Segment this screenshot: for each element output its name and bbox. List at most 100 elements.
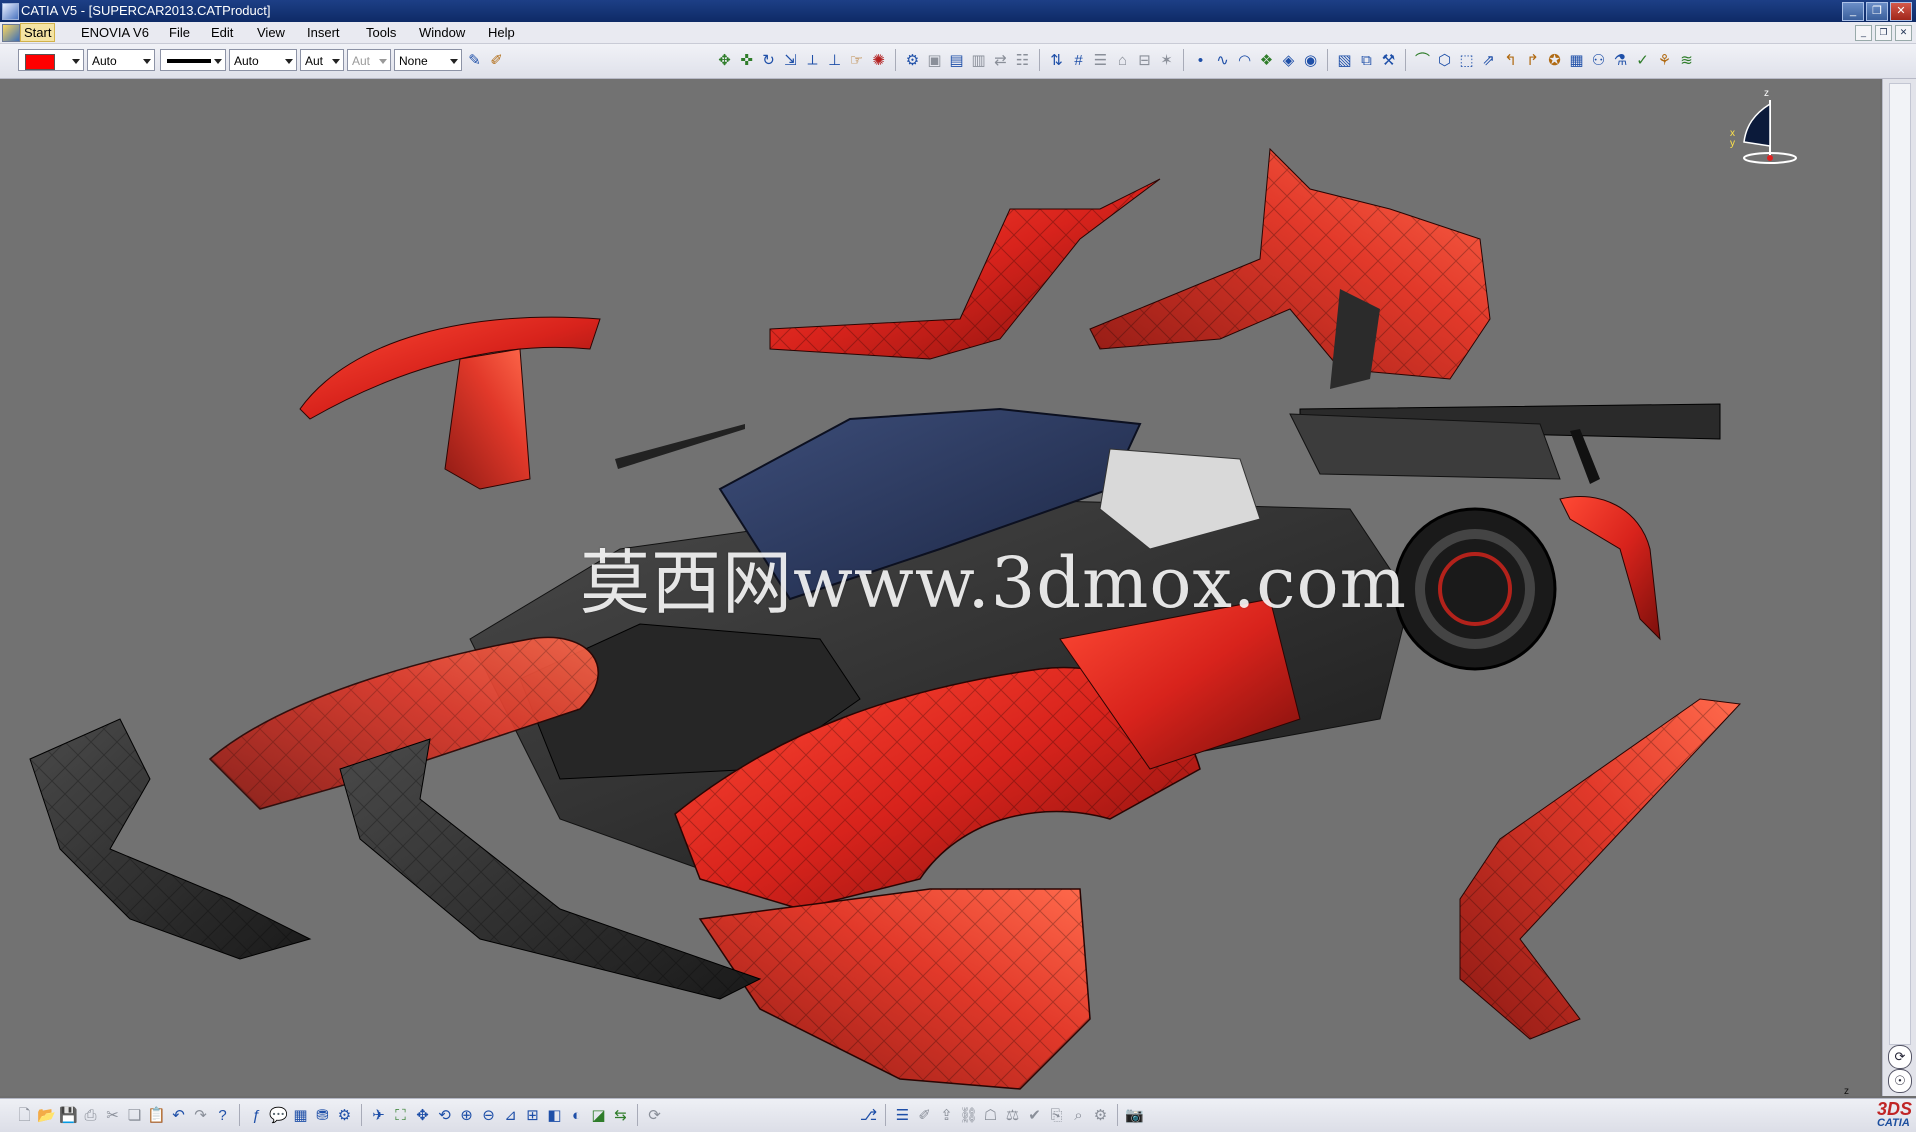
curve-icon[interactable]: ∿ [1212, 49, 1233, 71]
scene-icon[interactable]: ⌂ [1112, 49, 1133, 71]
menu-enovia[interactable]: ENOVIA V6 [78, 24, 152, 41]
stack-icon[interactable]: ≋ [1676, 49, 1697, 71]
manipulate-icon[interactable]: ☞ [846, 49, 867, 71]
menu-insert[interactable]: Insert [304, 24, 343, 41]
menu-window[interactable]: Window [416, 24, 468, 41]
close-button[interactable]: ✕ [1890, 2, 1912, 21]
insert-part-icon[interactable]: ▥ [968, 49, 989, 71]
rule-icon[interactable]: ⚖ [1002, 1104, 1023, 1126]
product-icon[interactable]: ▣ [924, 49, 945, 71]
analysis-icon[interactable]: ⚗ [1610, 49, 1631, 71]
open-icon[interactable]: 📂 [36, 1104, 57, 1126]
minimize-button[interactable]: _ [1842, 2, 1864, 21]
properties-icon[interactable]: ☰ [892, 1104, 913, 1126]
explode-icon[interactable]: ✺ [868, 49, 889, 71]
numbering-icon[interactable]: # [1068, 49, 1089, 71]
fly-icon[interactable]: ⟳ [1888, 1045, 1912, 1069]
table-icon[interactable]: ▦ [290, 1104, 311, 1126]
scaling-icon[interactable]: ↰ [1500, 49, 1521, 71]
camera-icon[interactable]: 📷 [1124, 1104, 1145, 1126]
line-weight-select[interactable]: Auto [229, 49, 297, 71]
view-icon[interactable]: ⚇ [1588, 49, 1609, 71]
apply-material-icon[interactable]: ✪ [1544, 49, 1565, 71]
clash-icon[interactable]: ✶ [1156, 49, 1177, 71]
section-icon[interactable]: ⊟ [1134, 49, 1155, 71]
zoom-out-icon[interactable]: ⊖ [478, 1104, 499, 1126]
formula-icon[interactable]: ƒ [246, 1104, 267, 1126]
update-all-icon[interactable]: ⎇ [858, 1104, 879, 1126]
copy-icon[interactable]: ❏ [124, 1104, 145, 1126]
layer-select[interactable]: None [394, 49, 462, 71]
graph-icon[interactable]: ☷ [1012, 49, 1033, 71]
macro-icon[interactable]: ⚙ [334, 1104, 355, 1126]
grid-icon[interactable]: ▦ [1566, 49, 1587, 71]
restore-button[interactable]: ❐ [1866, 2, 1888, 21]
shading-icon[interactable]: ◐ [566, 1104, 587, 1126]
rotate-view-icon[interactable]: ⟲ [434, 1104, 455, 1126]
catia-app-icon[interactable] [2, 3, 19, 20]
measure-icon[interactable]: ⟂ [802, 49, 823, 71]
multi-view-icon[interactable]: ⊞ [522, 1104, 543, 1126]
join-icon[interactable]: ⚒ [1378, 49, 1399, 71]
surface-icon[interactable]: ◈ [1278, 49, 1299, 71]
filter-icon[interactable]: ⌕ [1068, 1104, 1089, 1126]
circle-icon[interactable]: ◠ [1234, 49, 1255, 71]
new-icon[interactable]: 🗋 [14, 1104, 35, 1126]
knowledge-icon-2[interactable]: ☖ [980, 1104, 1001, 1126]
fillet-icon[interactable]: ⬚ [1456, 49, 1477, 71]
link-icon[interactable]: ⛓ [958, 1104, 979, 1126]
fly-mode-icon[interactable]: ✈ [368, 1104, 389, 1126]
doc-restore-button[interactable]: ❐ [1875, 25, 1892, 41]
bom-icon[interactable]: ☰ [1090, 49, 1111, 71]
doc-close-button[interactable]: ✕ [1895, 25, 1912, 41]
menu-file[interactable]: File [166, 24, 193, 41]
rotate-icon[interactable]: ↻ [758, 49, 779, 71]
paste-icon[interactable]: 📋 [146, 1104, 167, 1126]
document-icon[interactable] [2, 24, 20, 42]
sweep-icon[interactable]: ◉ [1300, 49, 1321, 71]
pan-icon[interactable]: ✜ [736, 49, 757, 71]
swap-space-icon[interactable]: ⇆ [610, 1104, 631, 1126]
spline-icon[interactable]: ❖ [1256, 49, 1277, 71]
pick-properties-icon[interactable]: ✐ [486, 49, 507, 71]
settings-icon[interactable]: ⚙ [1090, 1104, 1111, 1126]
normal-view-icon[interactable]: ⊿ [500, 1104, 521, 1126]
point-symbol-select[interactable]: Aut [347, 49, 391, 71]
replace-icon[interactable]: ⇄ [990, 49, 1011, 71]
publish-icon[interactable]: ⇪ [936, 1104, 957, 1126]
layer-icon[interactable]: ⚘ [1654, 49, 1675, 71]
compass-icon[interactable]: z x y [1726, 84, 1816, 179]
split-icon[interactable]: ⌒ [1412, 49, 1433, 71]
render-icon[interactable]: ↱ [1522, 49, 1543, 71]
snap-icon[interactable]: ⇲ [780, 49, 801, 71]
comment-icon[interactable]: 💬 [268, 1104, 289, 1126]
fill-icon[interactable]: ▧ [1334, 49, 1355, 71]
menu-help[interactable]: Help [485, 24, 518, 41]
trim-icon[interactable]: ⬡ [1434, 49, 1455, 71]
catalog-icon[interactable]: ⛃ [312, 1104, 333, 1126]
component-icon[interactable]: ▤ [946, 49, 967, 71]
fit-all-icon[interactable]: ⛶ [390, 1104, 411, 1126]
3d-viewport[interactable]: 莫西网www.3dmox.com z x y z x [0, 79, 1880, 1096]
move-icon[interactable]: ✥ [714, 49, 735, 71]
redo-icon[interactable]: ↷ [190, 1104, 211, 1126]
hide-show-icon[interactable]: ◪ [588, 1104, 609, 1126]
save-icon[interactable]: 💾 [58, 1104, 79, 1126]
cut-icon[interactable]: ✂ [102, 1104, 123, 1126]
constraint-icon[interactable]: ⊥ [824, 49, 845, 71]
transparency-select[interactable]: Auto [87, 49, 155, 71]
translate-icon[interactable]: ⇗ [1478, 49, 1499, 71]
pan-view-icon[interactable]: ✥ [412, 1104, 433, 1126]
check-icon[interactable]: ✔ [1024, 1104, 1045, 1126]
report-icon[interactable]: ⎘ [1046, 1104, 1067, 1126]
assembly-icon[interactable]: ⚙ [902, 49, 923, 71]
undo-icon[interactable]: ↶ [168, 1104, 189, 1126]
sketch-icon[interactable]: ✐ [914, 1104, 935, 1126]
line-thickness-select[interactable] [160, 49, 226, 71]
whats-this-icon[interactable]: ? [212, 1104, 233, 1126]
knowledge-icon[interactable]: ✓ [1632, 49, 1653, 71]
menu-start[interactable]: Start [20, 23, 56, 42]
zoom-in-icon[interactable]: ⊕ [456, 1104, 477, 1126]
fill-color-select[interactable] [18, 49, 84, 71]
menu-edit[interactable]: Edit [208, 24, 236, 41]
